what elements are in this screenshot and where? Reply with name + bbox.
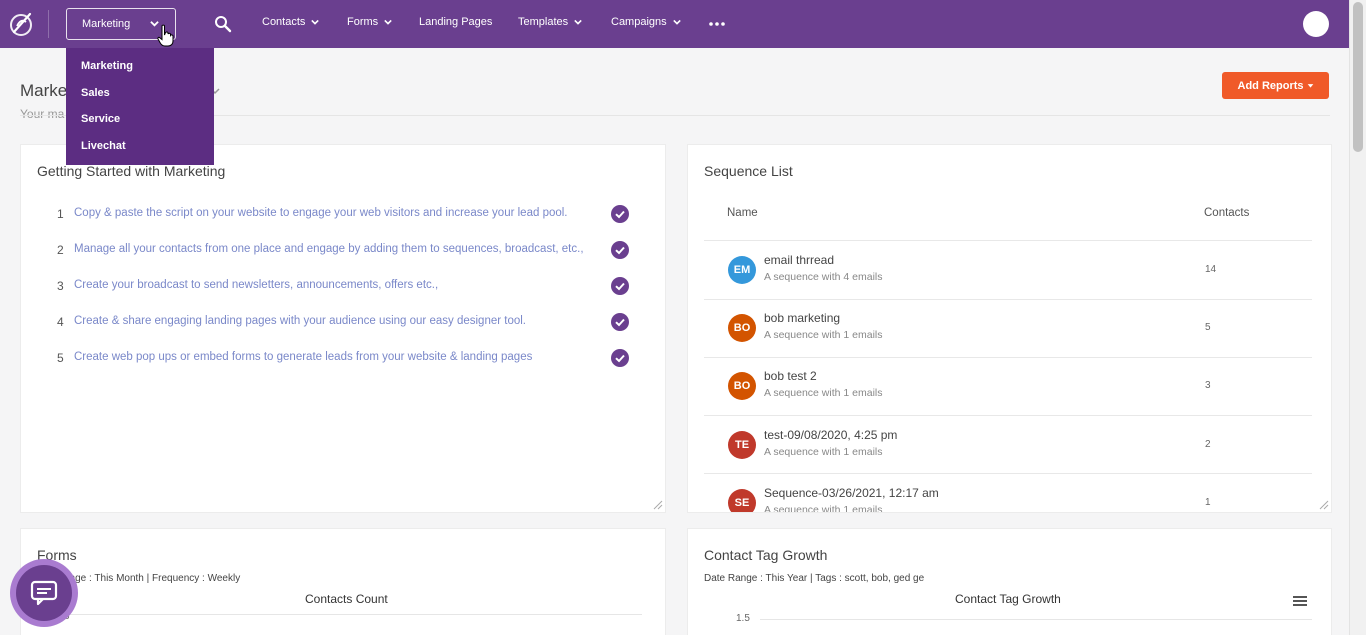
add-reports-button[interactable]: Add Reports	[1222, 72, 1329, 99]
column-header-name[interactable]: Name	[727, 207, 758, 219]
chart-title: Contact Tag Growth	[955, 592, 1061, 606]
search-icon[interactable]	[213, 14, 233, 34]
page-scrollbar[interactable]	[1349, 0, 1366, 635]
app-switcher-menu: Marketing Sales Service Livechat	[66, 48, 214, 165]
chevron-down-icon	[672, 19, 681, 25]
checklist-item: 5 Create web pop ups or embed forms to g…	[21, 349, 667, 369]
getting-started-card: Getting Started with Marketing 1 Copy & …	[20, 144, 666, 513]
avatar: EM	[728, 256, 756, 284]
hand-cursor-icon	[157, 24, 174, 47]
card-title: Contact Tag Growth	[704, 547, 828, 563]
nav-templates[interactable]: Templates	[518, 16, 582, 28]
check-circle-icon	[611, 277, 629, 295]
chat-widget-inner	[16, 565, 72, 621]
avatar: TE	[728, 431, 756, 459]
chevron-down-icon	[574, 19, 582, 25]
check-circle-icon	[611, 349, 629, 367]
checklist-link[interactable]: Copy & paste the script on your website …	[74, 207, 568, 219]
chevron-down-icon	[311, 19, 320, 25]
brand-logo-icon[interactable]	[8, 10, 36, 38]
menu-item-sales[interactable]: Sales	[66, 83, 214, 110]
checklist-link[interactable]: Create web pop ups or embed forms to gen…	[74, 351, 532, 363]
app-switcher-label: Marketing	[82, 18, 131, 30]
top-navbar: Marketing Contacts Forms Landing Pages T…	[0, 0, 1366, 48]
menu-item-marketing[interactable]: Marketing	[66, 56, 214, 83]
more-horizontal-icon[interactable]	[708, 14, 726, 32]
hamburger-menu-icon[interactable]	[1293, 595, 1307, 607]
column-header-contacts[interactable]: Contacts	[1204, 207, 1249, 219]
y-axis-tick: 1.5	[736, 613, 750, 624]
date-range-info: ange : This Month | Frequency : Weekly	[64, 573, 241, 584]
checklist-link[interactable]: Create & share engaging landing pages wi…	[74, 315, 526, 327]
check-circle-icon	[611, 241, 629, 259]
nav-forms[interactable]: Forms	[347, 16, 392, 28]
header-divider	[20, 115, 1330, 116]
nav-divider	[48, 10, 49, 38]
checklist-item: 3 Create your broadcast to send newslett…	[21, 277, 667, 297]
table-row[interactable]: EM email thrread A sequence with 4 email…	[688, 241, 1331, 299]
contact-tag-growth-card: Contact Tag Growth Date Range : This Yea…	[687, 528, 1332, 635]
table-row[interactable]: TE test-09/08/2020, 4:25 pm A sequence w…	[688, 416, 1331, 474]
resize-handle-icon[interactable]	[1317, 498, 1329, 510]
checklist-item: 2 Manage all your contacts from one plac…	[21, 241, 667, 261]
chevron-down-icon	[384, 19, 392, 25]
page-title[interactable]: Marke	[20, 81, 67, 101]
page-subtitle: Your ma	[20, 107, 65, 121]
menu-item-service[interactable]: Service	[66, 109, 214, 136]
chat-widget-button[interactable]	[10, 559, 78, 627]
scrollbar-thumb[interactable]	[1353, 2, 1363, 152]
nav-landing-pages[interactable]: Landing Pages	[419, 16, 492, 28]
menu-item-livechat[interactable]: Livechat	[66, 136, 214, 163]
checklist-link[interactable]: Manage all your contacts from one place …	[74, 243, 584, 255]
date-range-info: Date Range : This Year | Tags : scott, b…	[704, 573, 925, 584]
sequence-list-card: Sequence List Name Contacts EM email thr…	[687, 144, 1332, 513]
nav-contacts[interactable]: Contacts	[262, 16, 320, 28]
table-row[interactable]: BO bob test 2 A sequence with 1 emails 3	[688, 357, 1331, 415]
nav-campaigns[interactable]: Campaigns	[611, 16, 681, 28]
avatar: BO	[728, 314, 756, 342]
avatar: SE	[728, 489, 756, 512]
avatar: BO	[728, 372, 756, 400]
checklist-link[interactable]: Create your broadcast to send newsletter…	[74, 279, 438, 291]
check-circle-icon	[611, 313, 629, 331]
resize-handle-icon[interactable]	[651, 498, 663, 510]
user-avatar[interactable]	[1303, 11, 1329, 37]
table-row[interactable]: SE Sequence-03/26/2021, 12:17 am A seque…	[688, 474, 1331, 512]
forms-card: Forms ange : This Month | Frequency : We…	[20, 528, 666, 635]
chart-title: Contacts Count	[305, 592, 388, 606]
chat-bubble-icon	[30, 580, 58, 606]
table-row[interactable]: BO bob marketing A sequence with 1 email…	[688, 299, 1331, 357]
card-title: Sequence List	[704, 163, 793, 179]
checklist-item: 4 Create & share engaging landing pages …	[21, 313, 667, 333]
chart-gridline	[760, 619, 1312, 620]
caret-down-icon	[1307, 84, 1313, 88]
checklist-item: 1 Copy & paste the script on your websit…	[21, 205, 667, 225]
check-circle-icon	[611, 205, 629, 223]
card-title: Getting Started with Marketing	[37, 163, 226, 179]
chart-gridline	[65, 614, 642, 615]
